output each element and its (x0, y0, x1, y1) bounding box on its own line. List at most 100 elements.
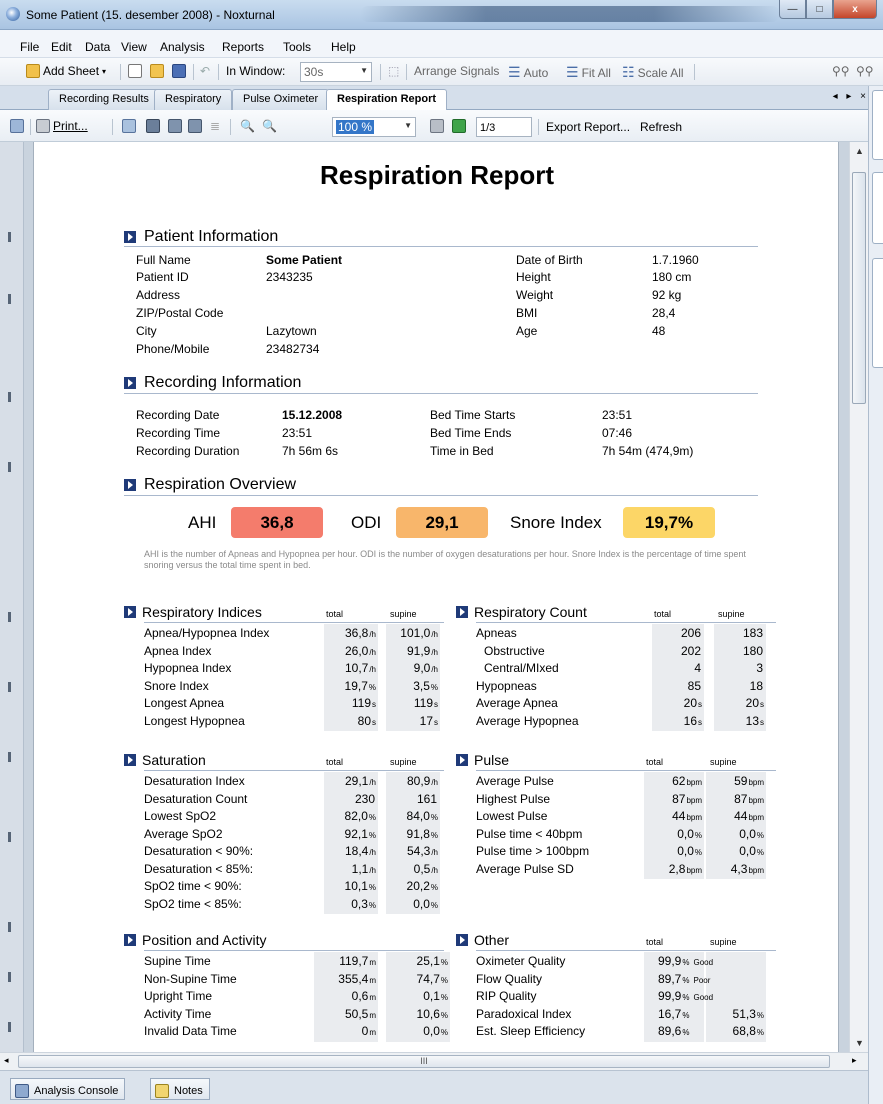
table-cell-total: 230 (354, 791, 375, 806)
menu-help[interactable]: Help (331, 40, 356, 54)
tab-controls[interactable]: ◂ ▸ × (833, 91, 869, 102)
menu-analysis[interactable]: Analysis (160, 40, 205, 54)
field-label: Address (136, 288, 181, 302)
table-cell-total: 85 (687, 678, 701, 693)
side-panel-tab[interactable] (872, 172, 883, 244)
table-cell-total: 19,7% (344, 678, 376, 693)
side-panel-tab[interactable] (872, 258, 883, 368)
multi-page-icon[interactable] (188, 119, 202, 133)
tab-respiratory[interactable]: Respiratory (154, 89, 233, 110)
arrange-signals-button[interactable]: Arrange Signals (414, 64, 499, 78)
menu-edit[interactable]: Edit (51, 40, 72, 54)
table-cell-supine: 4,3bpm (730, 861, 764, 876)
scroll-down-icon[interactable]: ▼ (855, 1038, 864, 1048)
print-button[interactable]: Print... (36, 119, 88, 133)
table-row-label: SpO2 time < 85%: (144, 896, 242, 911)
table-cell-supine: 0,1% (423, 989, 448, 1003)
tab-pulse-oximeter[interactable]: Pulse Oximeter (232, 89, 330, 110)
field-value: 07:46 (602, 426, 633, 440)
in-window-select[interactable]: 30s ▼ (300, 62, 372, 82)
continuous-icon[interactable]: ≣ (210, 119, 220, 133)
field-label: Phone/Mobile (136, 342, 210, 356)
scale-all-button[interactable]: ☷ Scale All (622, 64, 684, 81)
table-row-label: Apnea/Hypopnea Index (144, 626, 270, 640)
find-icon[interactable] (146, 119, 160, 133)
binoculars-next-icon[interactable]: ⚲⚲ (856, 64, 874, 78)
page-setup-icon[interactable] (122, 119, 136, 133)
minimize-button[interactable]: — (779, 0, 806, 19)
section-respiration-overview: Respiration Overview (124, 476, 296, 494)
horizontal-scroll-thumb[interactable]: III (18, 1055, 830, 1068)
window-title: Some Patient (15. desember 2008) - Noxtu… (26, 8, 275, 22)
scroll-left-icon[interactable]: ◂ (4, 1055, 9, 1066)
add-sheet-button[interactable]: Add Sheet ▾ (26, 64, 106, 78)
field-label: BMI (516, 306, 538, 320)
next-page-icon[interactable] (452, 119, 466, 133)
field-label: Bed Time Starts (430, 408, 516, 422)
scroll-up-icon[interactable]: ▲ (855, 146, 864, 156)
table-cell-supine: 20,2% (406, 879, 438, 893)
field-label: Time in Bed (430, 444, 494, 458)
table-cell-supine: 25,1% (416, 954, 448, 968)
section-patient-information: Patient Information (124, 228, 278, 246)
table-cell-supine: 87bpm (734, 791, 764, 806)
single-page-icon[interactable] (168, 119, 182, 133)
auto-button[interactable]: ☰ Auto (508, 64, 548, 81)
menu-tools[interactable]: Tools (283, 40, 311, 54)
maximize-button[interactable]: □ (806, 0, 833, 19)
tab-recording-results[interactable]: Recording Results (48, 89, 160, 110)
analysis-console-tab[interactable]: Analysis Console (10, 1078, 126, 1100)
table-row-label: Hypopnea Index (144, 661, 232, 675)
save-icon[interactable] (172, 64, 186, 78)
table-row-label: Pulse time < 40bpm (476, 826, 583, 841)
binoculars-icon[interactable]: ⚲⚲ (832, 64, 850, 78)
ahi-label: AHI (188, 513, 217, 532)
table-cell-total: 87bpm (672, 791, 702, 806)
table-cell-supine: 91,9/h (406, 643, 438, 658)
undo-icon[interactable]: ↶ (200, 64, 210, 78)
side-panel-tab[interactable] (872, 90, 883, 160)
table-cell-total: 0,3% (351, 896, 376, 911)
menu-file[interactable]: File (20, 40, 39, 54)
vertical-scroll-thumb[interactable] (852, 172, 866, 404)
field-value: 23:51 (602, 408, 633, 422)
table-row-label: Longest Apnea (144, 696, 225, 710)
table-cell-supine: 51,3% (732, 1006, 764, 1021)
field-label: Patient ID (136, 270, 189, 284)
previous-page-icon[interactable] (430, 119, 444, 133)
table-cell-supine: 0,0% (739, 844, 764, 858)
scroll-right-icon[interactable]: ▸ (852, 1055, 857, 1066)
menu-data[interactable]: Data (85, 40, 110, 54)
new-icon[interactable] (128, 64, 142, 78)
lock-icon[interactable]: ⬚ (388, 64, 399, 78)
fit-all-button[interactable]: ☰ Fit All (566, 64, 611, 81)
table-row-label: Lowest SpO2 (144, 809, 217, 823)
page-number-input[interactable]: 1/3 (476, 117, 532, 137)
zoom-select[interactable]: 100 % ▼ (332, 117, 416, 137)
table-cell-supine: 18 (749, 678, 763, 693)
close-button[interactable]: x (833, 0, 877, 19)
zoom-in-icon[interactable]: 🔍 (262, 119, 277, 133)
horizontal-scrollbar[interactable]: ◂ III ▸ (0, 1052, 868, 1070)
menu-bar: File Edit Data View Analysis Reports Too… (0, 30, 883, 58)
zoom-out-icon[interactable]: 🔍 (240, 119, 255, 133)
field-value: 23482734 (266, 342, 320, 356)
field-value: 92 kg (652, 288, 682, 302)
table-cell-total: 16s (683, 713, 702, 728)
export-report-button[interactable]: Export Report... (546, 120, 630, 134)
copy-icon[interactable] (10, 119, 24, 133)
refresh-button[interactable]: Refresh (640, 120, 682, 134)
overview-note: AHI is the number of Apneas and Hypopnea… (144, 549, 746, 570)
table-cell-total: 119s (351, 696, 376, 710)
open-folder-icon[interactable] (150, 64, 164, 78)
column-header-total: total (654, 609, 672, 619)
menu-view[interactable]: View (121, 40, 147, 54)
table-cell-total: 0,6m (351, 989, 376, 1003)
vertical-scrollbar[interactable]: ▲ ▼ (849, 142, 868, 1052)
tab-respiration-report[interactable]: Respiration Report (326, 89, 448, 111)
notes-tab[interactable]: Notes (150, 1078, 210, 1100)
side-panel (868, 86, 883, 1104)
table-cell-total: 202 (680, 643, 701, 658)
column-header-supine: supine (718, 609, 745, 619)
menu-reports[interactable]: Reports (222, 40, 264, 54)
